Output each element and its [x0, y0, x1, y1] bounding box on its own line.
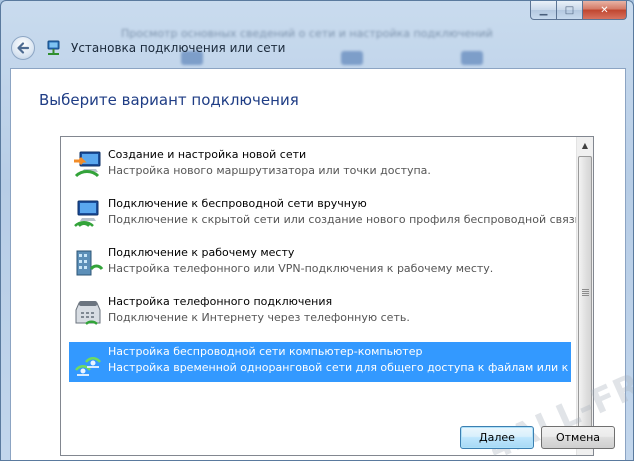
back-button[interactable]: [11, 36, 35, 60]
option-description: Настройка временной одноранговой сети дл…: [108, 361, 571, 374]
option-workplace[interactable]: Подключение к рабочему месту Настройка т…: [69, 243, 571, 283]
adhoc-network-icon: [75, 357, 101, 376]
page-heading: Выберите вариант подключения: [39, 91, 299, 109]
option-title: Подключение к рабочему месту: [108, 246, 295, 259]
option-dialup[interactable]: Настройка телефонного подключения Подклю…: [69, 292, 571, 332]
next-button[interactable]: Далее: [460, 426, 534, 449]
wireless-manual-icon: [74, 200, 99, 227]
option-title: Подключение к беспроводной сети вручную: [108, 197, 367, 210]
title-bar: Установка подключения или сети: [11, 33, 285, 63]
maximize-button[interactable]: □: [557, 1, 583, 20]
option-description: Настройка телефонного или VPN-подключени…: [108, 262, 494, 275]
content-panel: Выберите вариант подключения Создание и …: [10, 68, 633, 460]
minimize-button[interactable]: ▁: [530, 1, 557, 20]
caption-buttons: ▁ □ ✕: [530, 1, 627, 20]
network-setup-icon: [47, 40, 60, 55]
option-title: Настройка телефонного подключения: [108, 295, 333, 308]
option-description: Настройка нового маршрутизатора или точк…: [108, 164, 431, 177]
close-button[interactable]: ✕: [583, 1, 627, 20]
option-title: Создание и настройка новой сети: [108, 148, 307, 161]
option-title: Настройка беспроводной сети компьютер-ко…: [108, 345, 423, 358]
connection-options-list[interactable]: Создание и настройка новой сети Настройк…: [60, 136, 594, 456]
option-wireless-manual[interactable]: Подключение к беспроводной сети вручную …: [69, 194, 585, 234]
scroll-grip-icon: [582, 289, 589, 296]
option-description: Подключение к Интернету через телефонную…: [108, 311, 410, 324]
dialog-window: Просмотр основных сведений о сети и наст…: [0, 0, 634, 461]
option-description: Подключение к скрытой сети или создание …: [108, 213, 586, 226]
option-adhoc-network[interactable]: Настройка беспроводной сети компьютер-ко…: [69, 342, 571, 382]
scroll-up-arrow-icon[interactable]: ▲: [577, 137, 593, 154]
workplace-icon: [76, 250, 104, 276]
cancel-button[interactable]: Отмена: [541, 426, 615, 449]
window-title: Установка подключения или сети: [71, 41, 286, 55]
dialup-phone-icon: [75, 301, 101, 325]
option-new-network[interactable]: Создание и настройка новой сети Настройк…: [69, 145, 571, 185]
back-arrow-icon: [17, 42, 30, 54]
new-network-icon: [74, 151, 101, 178]
